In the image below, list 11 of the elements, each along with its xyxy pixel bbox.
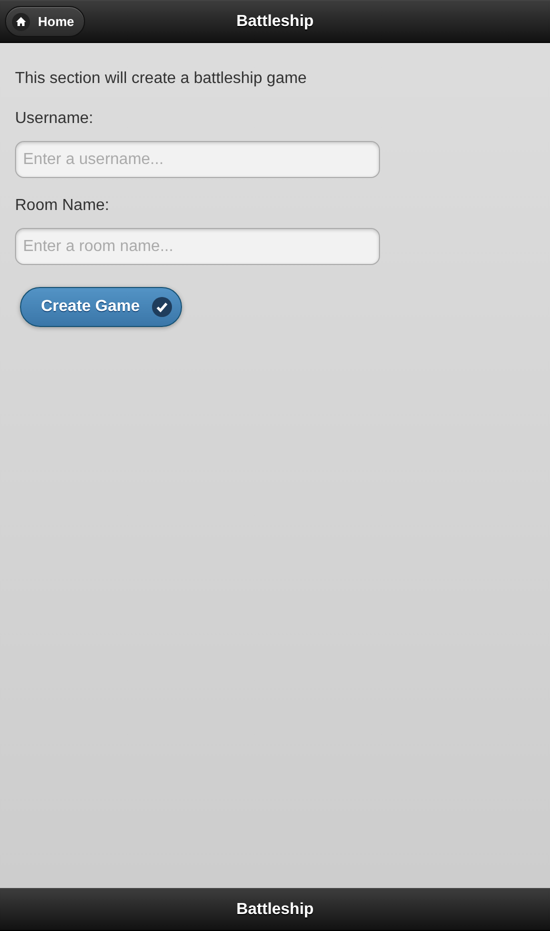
intro-text: This section will create a battleship game <box>15 69 308 89</box>
field-label: Username: <box>15 109 94 129</box>
create-game-button[interactable]: Create Game <box>20 287 182 327</box>
home-icon <box>12 12 30 30</box>
checkmark-icon <box>152 297 172 317</box>
field-label: Room Name: <box>15 196 110 216</box>
input-field[interactable]: Enter a username... <box>15 141 380 178</box>
input-field[interactable]: Enter a room name... <box>15 228 380 265</box>
home-button[interactable]: Home <box>5 6 86 37</box>
page-title: Battleship <box>236 12 314 32</box>
footer-title: Battleship <box>236 900 314 920</box>
